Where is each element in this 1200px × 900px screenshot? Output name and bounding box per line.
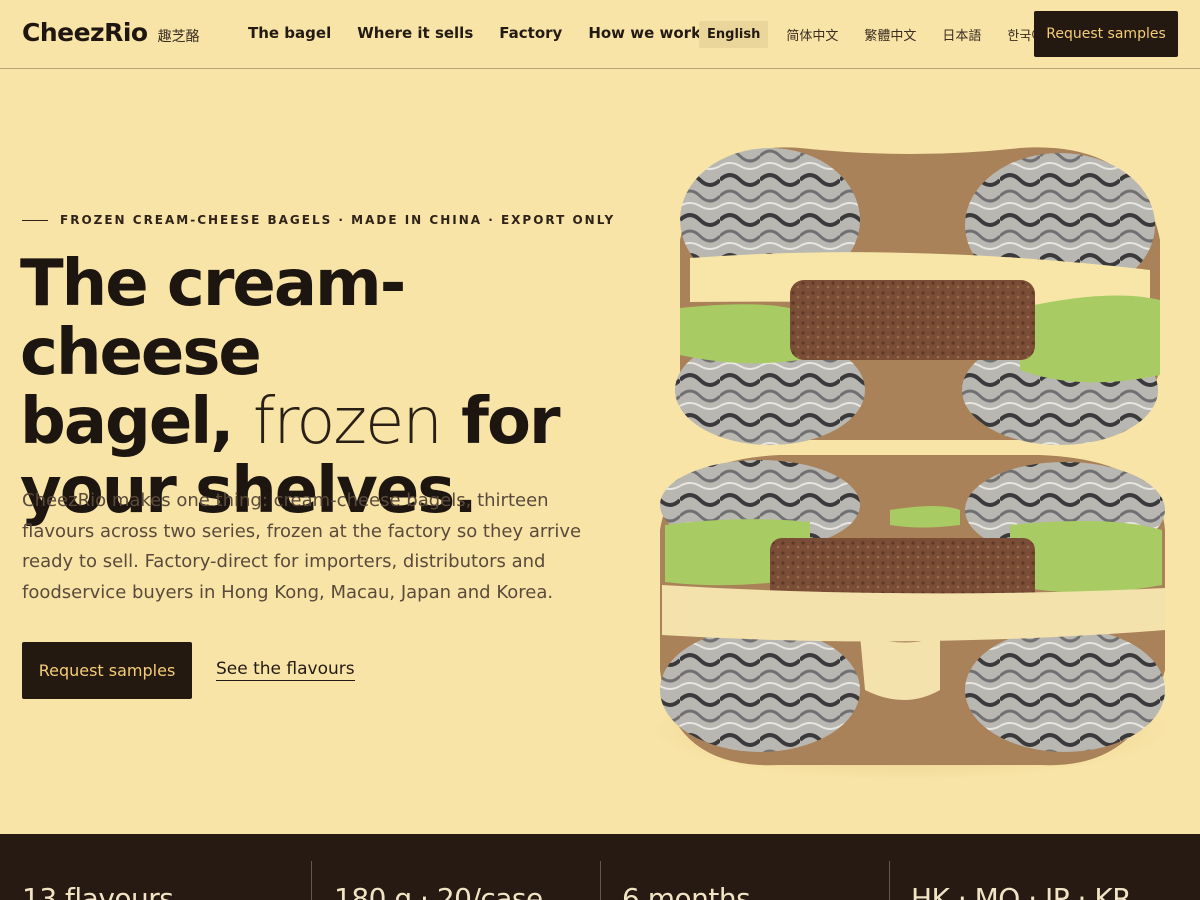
request-samples-header-button[interactable]: Request samples <box>1034 11 1178 57</box>
see-flavours-link[interactable]: See the flavours <box>216 659 355 681</box>
hero-eyebrow: FROZEN CREAM-CHEESE BAGELS · MADE IN CHI… <box>22 213 615 227</box>
brand-name: CheezRio <box>22 18 148 47</box>
nav-how-we-work[interactable]: How we work <box>588 24 701 42</box>
language-switcher: English 简体中文 繁體中文 日本語 한국어 <box>699 19 1051 50</box>
stat-divider <box>600 861 601 900</box>
stat-flavours: 13 flavours <box>22 882 174 900</box>
nav-factory[interactable]: Factory <box>499 24 562 42</box>
lang-english[interactable]: English <box>699 21 769 48</box>
lang-simplified-chinese[interactable]: 简体中文 <box>778 19 846 50</box>
stats-bar: 13 flavours 180 g · 20/case 6 months HK … <box>0 834 1200 900</box>
main-nav: The bagel Where it sells Factory How we … <box>248 24 701 42</box>
lang-traditional-chinese[interactable]: 繁體中文 <box>856 19 924 50</box>
hero-headline: The cream-cheese bagel, frozen for your … <box>20 250 600 526</box>
nav-the-bagel[interactable]: The bagel <box>248 24 331 42</box>
nav-where-it-sells[interactable]: Where it sells <box>357 24 473 42</box>
bagel-illustration <box>650 147 1170 780</box>
stat-weight-case: 180 g · 20/case <box>334 882 543 900</box>
hero-bagel-image <box>640 130 1180 790</box>
request-samples-button[interactable]: Request samples <box>22 642 192 699</box>
brand-name-chinese: 趣芝酪 <box>157 29 200 45</box>
brand-logo[interactable]: CheezRio 趣芝酪 <box>22 18 200 47</box>
headline-bagel: bagel, <box>20 385 234 459</box>
eyebrow-rule <box>22 219 48 221</box>
headline-line-1: The cream-cheese <box>20 247 406 390</box>
site-header: CheezRio 趣芝酪 The bagel Where it sells Fa… <box>0 0 1200 69</box>
stat-markets: HK · MO · JP · KR <box>911 882 1132 900</box>
bagel-top-half <box>675 147 1160 445</box>
headline-for: for <box>461 385 560 459</box>
hero-lead: CheezRio makes one thing: cream-cheese b… <box>22 490 582 603</box>
stat-shelf-life: 6 months <box>622 882 751 900</box>
stat-divider <box>889 861 890 900</box>
eyebrow-text: FROZEN CREAM-CHEESE BAGELS · MADE IN CHI… <box>60 213 616 227</box>
bagel-bottom-half <box>660 455 1165 766</box>
lang-japanese[interactable]: 日本語 <box>934 19 989 50</box>
headline-frozen: frozen <box>252 385 443 459</box>
stat-divider <box>311 861 312 900</box>
